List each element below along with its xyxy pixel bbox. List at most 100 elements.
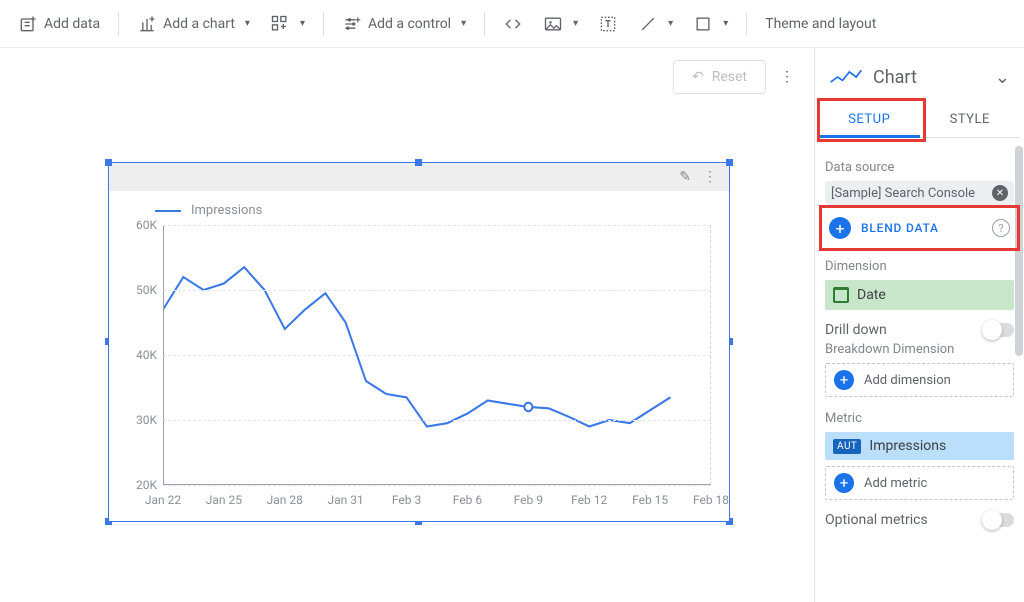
add-metric-label: Add metric <box>864 476 927 491</box>
resize-handle[interactable] <box>726 159 733 166</box>
caret-down-icon: ▾ <box>245 18 250 29</box>
edit-icon[interactable]: ✎ <box>679 169 691 185</box>
x-axis-label: Feb 9 <box>514 493 543 507</box>
panel-body: Data source [Sample] Search Console ✕ + … <box>815 138 1024 602</box>
add-control-icon <box>342 14 362 34</box>
chart-type-icon <box>829 66 863 88</box>
top-toolbar: Add data Add a chart ▾ ▾ Add a control ▾… <box>0 0 1024 48</box>
selected-chart[interactable]: ✎ ⋮ Impressions 60K50K40K30K20KJan 22Jan… <box>108 162 730 522</box>
blend-label: BLEND DATA <box>861 221 982 235</box>
shape-icon <box>693 14 713 34</box>
more-menu-icon[interactable]: ⋮ <box>780 69 796 85</box>
embed-icon <box>503 14 523 34</box>
data-source-heading: Data source <box>825 160 1014 175</box>
properties-panel: Chart ⌄ SETUP STYLE Data source [Sample]… <box>814 48 1024 602</box>
x-axis-label: Jan 31 <box>328 493 364 507</box>
y-axis-label: 60K <box>127 218 157 232</box>
caret-down-icon: ▾ <box>723 18 728 29</box>
dimension-chip[interactable]: Date <box>825 280 1014 310</box>
remove-datasource-icon[interactable]: ✕ <box>992 185 1008 201</box>
dimension-value: Date <box>857 287 886 303</box>
add-community-viz-button[interactable]: ▾ <box>262 8 313 40</box>
add-dimension-button[interactable]: + Add dimension <box>825 363 1014 397</box>
add-data-label: Add data <box>44 16 100 32</box>
chevron-down-icon[interactable]: ⌄ <box>995 67 1010 88</box>
theme-layout-button[interactable]: Theme and layout <box>757 10 884 38</box>
drilldown-toggle[interactable] <box>984 323 1014 337</box>
plus-icon: + <box>834 370 854 390</box>
canvas[interactable]: ↶ Reset ⋮ ✎ ⋮ Impressions <box>0 48 814 602</box>
line-button[interactable]: ▾ <box>630 8 681 40</box>
legend-swatch <box>155 210 181 212</box>
undo-icon: ↶ <box>692 69 704 85</box>
metric-value: Impressions <box>869 438 946 454</box>
panel-tabs: SETUP STYLE <box>819 102 1020 138</box>
x-axis-label: Jan 25 <box>206 493 242 507</box>
panel-title: Chart <box>873 67 985 88</box>
toolbar-separator <box>323 12 324 36</box>
breakdown-heading: Breakdown Dimension <box>825 342 1014 357</box>
x-axis-label: Jan 28 <box>267 493 303 507</box>
optional-metrics-label: Optional metrics <box>825 512 928 528</box>
text-button[interactable] <box>590 8 626 40</box>
theme-layout-label: Theme and layout <box>765 16 876 32</box>
add-control-button[interactable]: Add a control ▾ <box>334 8 474 40</box>
image-button[interactable]: ▾ <box>535 8 586 40</box>
caret-down-icon: ▾ <box>300 18 305 29</box>
main-body: ↶ Reset ⋮ ✎ ⋮ Impressions <box>0 48 1024 602</box>
caret-down-icon: ▾ <box>461 18 466 29</box>
reset-button[interactable]: ↶ Reset <box>673 60 766 94</box>
add-chart-icon <box>137 14 157 34</box>
add-metric-button[interactable]: + Add metric <box>825 466 1014 500</box>
chart-plot: 60K50K40K30K20KJan 22Jan 25Jan 28Jan 31F… <box>163 225 711 485</box>
scrollbar[interactable] <box>1015 146 1023 356</box>
resize-handle[interactable] <box>415 159 422 166</box>
community-viz-icon <box>270 14 290 34</box>
add-data-icon <box>18 14 38 34</box>
y-axis-label: 50K <box>127 283 157 297</box>
toolbar-separator <box>746 12 747 36</box>
chart-body: Impressions 60K50K40K30K20KJan 22Jan 25J… <box>109 191 729 521</box>
help-icon[interactable]: ? <box>992 219 1010 237</box>
image-icon <box>543 14 563 34</box>
panel-header[interactable]: Chart ⌄ <box>815 48 1024 96</box>
data-source-chip[interactable]: [Sample] Search Console ✕ <box>825 181 1014 205</box>
metric-chip[interactable]: AUT Impressions <box>825 432 1014 460</box>
x-axis-label: Feb 15 <box>632 493 668 507</box>
add-data-button[interactable]: Add data <box>10 8 108 40</box>
add-chart-button[interactable]: Add a chart ▾ <box>129 8 258 40</box>
resize-handle[interactable] <box>105 159 112 166</box>
dimension-heading: Dimension <box>825 259 1014 274</box>
line-icon <box>638 14 658 34</box>
x-axis-label: Feb 6 <box>453 493 482 507</box>
metric-heading: Metric <box>825 411 1014 426</box>
y-axis-label: 30K <box>127 413 157 427</box>
blend-data-button[interactable]: + BLEND DATA ? <box>825 211 1014 245</box>
calendar-icon <box>833 287 849 303</box>
legend-label: Impressions <box>191 203 262 218</box>
toolbar-separator <box>118 12 119 36</box>
reset-bar: ↶ Reset ⋮ <box>673 60 796 94</box>
embed-button[interactable] <box>495 8 531 40</box>
plus-icon: + <box>829 217 851 239</box>
add-control-label: Add a control <box>368 16 451 32</box>
optional-metrics-row: Optional metrics <box>825 512 1014 528</box>
plus-icon: + <box>834 473 854 493</box>
optional-metrics-toggle[interactable] <box>984 513 1014 527</box>
caret-down-icon: ▾ <box>573 18 578 29</box>
chart-legend: Impressions <box>155 203 262 218</box>
x-axis-label: Feb 18 <box>693 493 729 507</box>
drilldown-row: Drill down <box>825 322 1014 338</box>
x-axis-label: Jan 22 <box>145 493 181 507</box>
tab-setup[interactable]: SETUP <box>819 102 920 137</box>
chart-more-icon[interactable]: ⋮ <box>703 169 719 185</box>
add-dimension-label: Add dimension <box>864 373 951 388</box>
x-axis-label: Feb 12 <box>571 493 607 507</box>
toolbar-separator <box>484 12 485 36</box>
text-icon <box>598 14 618 34</box>
reset-label: Reset <box>712 69 747 85</box>
tab-style[interactable]: STYLE <box>920 102 1021 137</box>
chart-header: ✎ ⋮ <box>109 163 729 191</box>
shape-button[interactable]: ▾ <box>685 8 736 40</box>
metric-badge: AUT <box>833 439 861 454</box>
